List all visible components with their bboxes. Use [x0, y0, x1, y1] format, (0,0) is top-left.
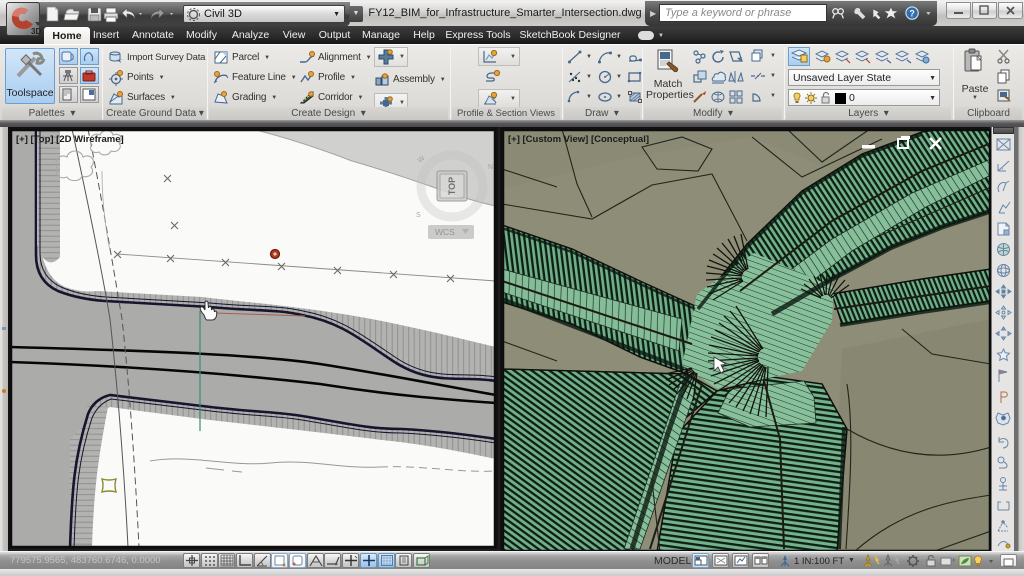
- svg-text:S: S: [416, 212, 421, 219]
- svg-text:?: ?: [909, 9, 914, 19]
- svg-text:TOP: TOP: [447, 177, 457, 195]
- svg-text:3D: 3D: [31, 27, 41, 36]
- svg-text:[+] [Custom View] [Conceptual]: [+] [Custom View] [Conceptual]: [508, 134, 649, 145]
- svg-text:WCS: WCS: [435, 227, 455, 237]
- svg-text:N: N: [488, 164, 493, 171]
- svg-text:[+] [Top] [2D Wireframe]: [+] [Top] [2D Wireframe]: [16, 134, 124, 145]
